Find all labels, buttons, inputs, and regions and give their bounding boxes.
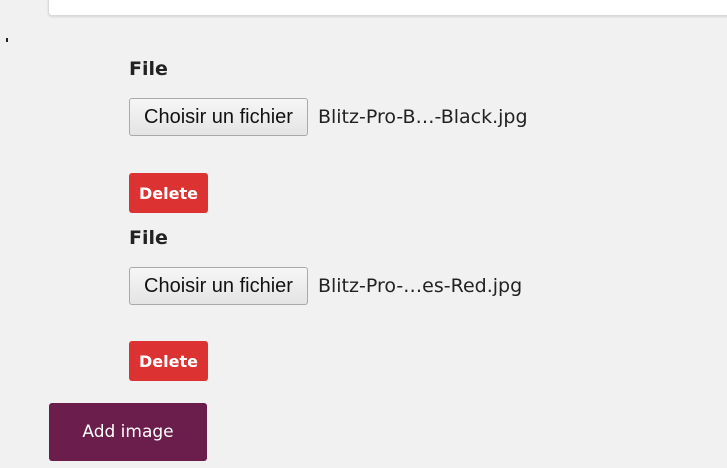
- edge-mark: [6, 38, 8, 42]
- choose-file-button[interactable]: Choisir un fichier: [129, 267, 308, 305]
- file-input[interactable]: Choisir un fichier Blitz-Pro-…es-Red.jpg: [129, 267, 522, 305]
- file-input[interactable]: Choisir un fichier Blitz-Pro-B…-Black.jp…: [129, 98, 528, 136]
- file-label: File: [129, 58, 168, 80]
- file-name: Blitz-Pro-B…-Black.jpg: [317, 106, 528, 128]
- top-panel: [48, 0, 727, 16]
- file-name: Blitz-Pro-…es-Red.jpg: [317, 275, 523, 297]
- delete-button[interactable]: Delete: [129, 173, 208, 213]
- choose-file-button[interactable]: Choisir un fichier: [129, 98, 308, 136]
- delete-button[interactable]: Delete: [129, 341, 208, 381]
- file-label: File: [129, 227, 168, 249]
- add-image-button[interactable]: Add image: [49, 403, 207, 461]
